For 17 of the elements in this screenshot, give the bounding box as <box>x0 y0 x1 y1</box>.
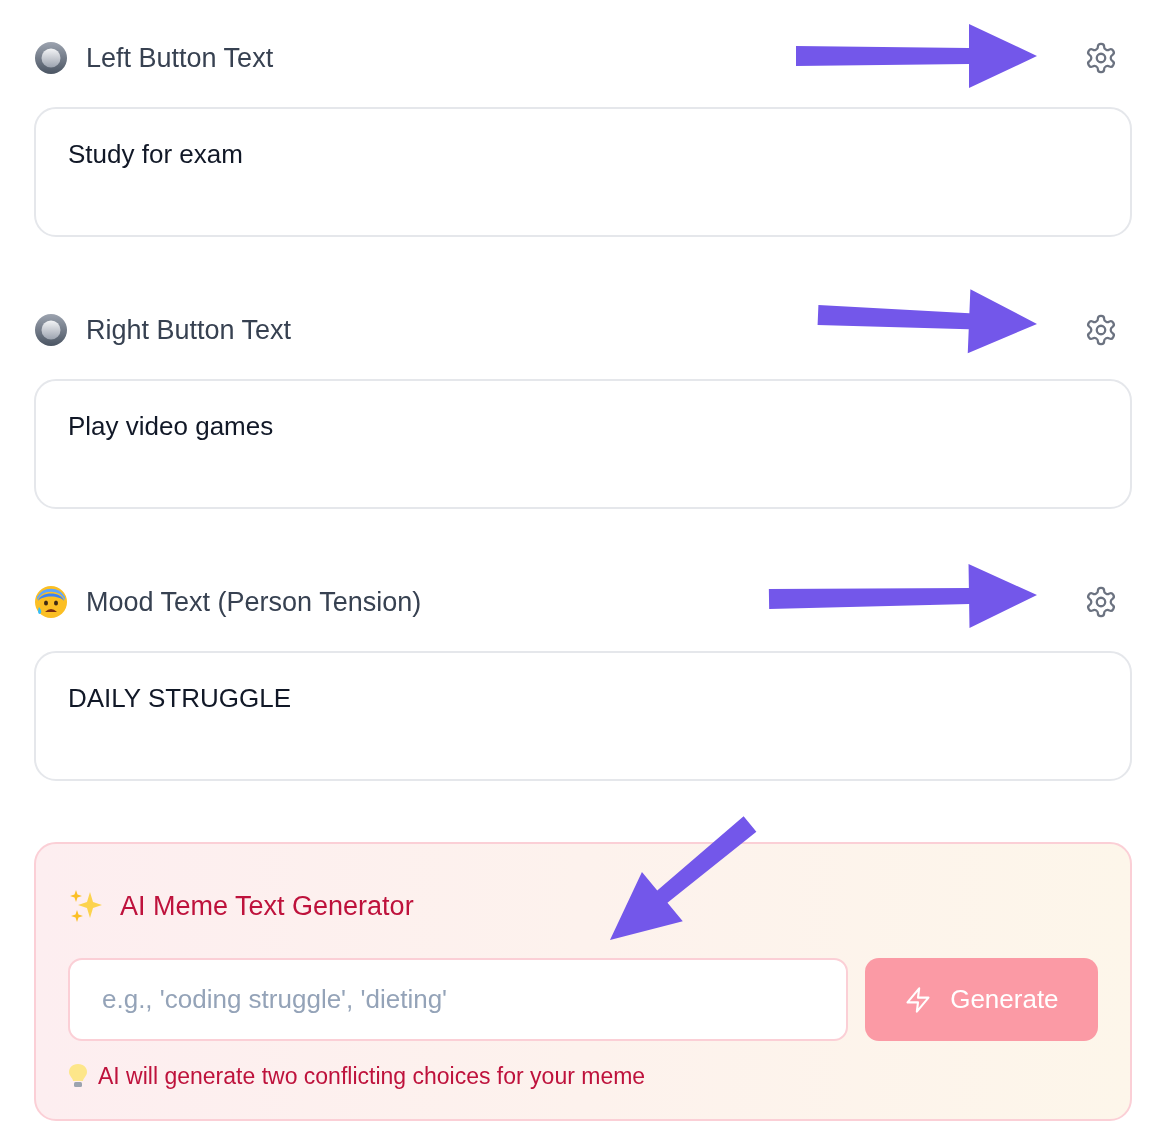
anxious-face-icon <box>34 585 68 619</box>
topic-input[interactable]: e.g., 'coding struggle', 'dieting' <box>68 958 848 1041</box>
lightbulb-icon <box>68 1063 88 1090</box>
field-label: Left Button Text <box>86 41 274 75</box>
text-area[interactable]: Play video games <box>34 379 1132 509</box>
settings-icon[interactable] <box>1084 313 1118 347</box>
text-area[interactable]: DAILY STRUGGLE <box>34 651 1132 781</box>
radio-button-icon <box>34 41 68 75</box>
hint-text: AI will generate two conflicting choices for your meme <box>98 1062 646 1091</box>
text-area[interactable]: Study for exam <box>34 107 1132 237</box>
settings-icon[interactable] <box>1084 41 1118 75</box>
lightning-icon <box>904 985 933 1014</box>
generator-title: AI Meme Text Generator <box>120 889 414 923</box>
radio-button-icon <box>34 313 68 347</box>
field-label: Mood Text (Person Tension) <box>86 585 422 619</box>
field-label: Right Button Text <box>86 313 292 347</box>
settings-icon[interactable] <box>1084 585 1118 619</box>
